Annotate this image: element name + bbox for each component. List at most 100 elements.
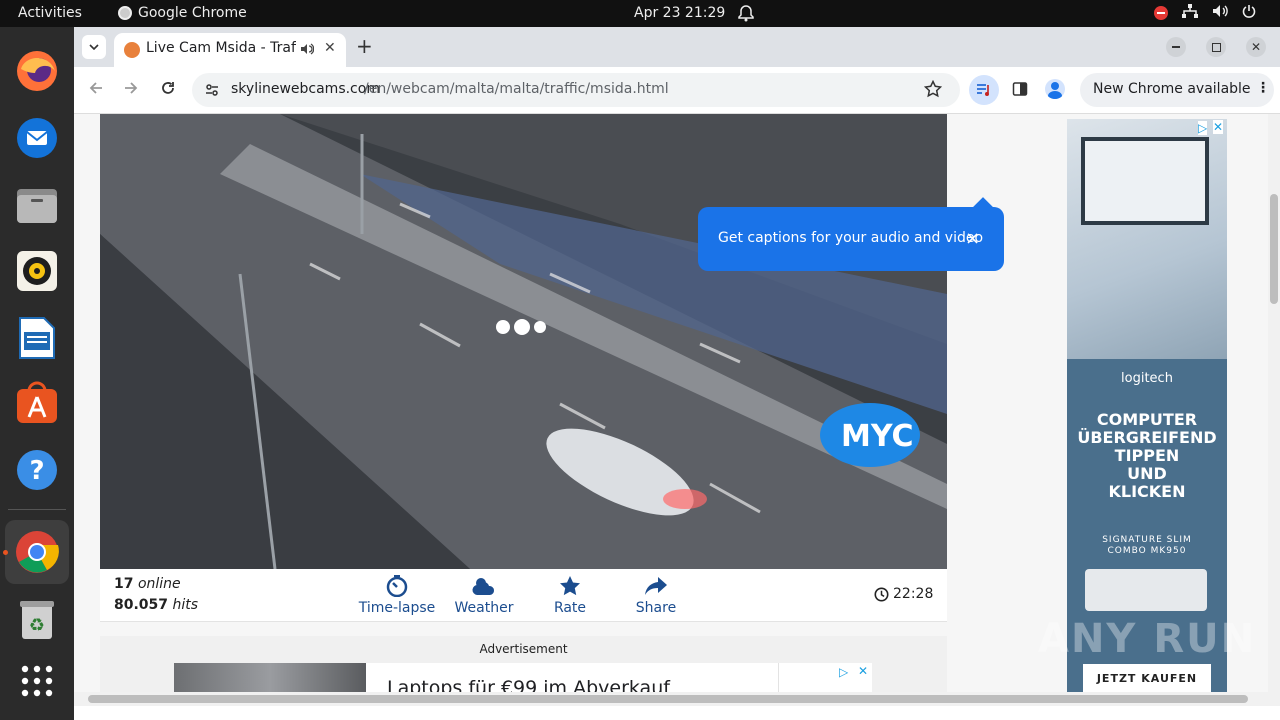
media-control-icon[interactable] bbox=[969, 75, 999, 105]
webcam-scene bbox=[100, 114, 947, 569]
clock-icon bbox=[874, 587, 889, 601]
side-ad-headline: COMPUTER ÜBERGREIFEND TIPPEN UND KLICKEN bbox=[1067, 411, 1227, 501]
timelapse-icon bbox=[386, 575, 408, 597]
minimize-icon[interactable] bbox=[1166, 37, 1186, 57]
side-ad-brand: logitech bbox=[1121, 371, 1173, 386]
side-panel-icon[interactable] bbox=[1012, 81, 1028, 101]
popup-close-icon[interactable]: × bbox=[965, 228, 980, 249]
captions-text: Get captions for your audio and video bbox=[718, 230, 984, 246]
power-icon bbox=[1242, 4, 1256, 22]
tab-close-icon[interactable]: ✕ bbox=[324, 40, 336, 56]
chrome-window: Live Cam Msida - Traffi ✕ + ✕ skylineweb… bbox=[74, 27, 1280, 720]
help-icon[interactable]: ? bbox=[13, 446, 61, 494]
chrome-toolbar: skylinewebcams.com /en/webcam/malta/malt… bbox=[74, 67, 1280, 114]
horizontal-scrollbar[interactable] bbox=[74, 692, 1268, 706]
tab-strip: Live Cam Msida - Traffi ✕ + ✕ bbox=[74, 27, 1280, 67]
hits-label: hits bbox=[172, 597, 199, 613]
chrome-small-icon bbox=[118, 6, 132, 20]
files-icon[interactable] bbox=[13, 181, 61, 229]
captions-popup: Get captions for your audio and video × bbox=[698, 197, 1004, 271]
vertical-scroll-thumb[interactable] bbox=[1270, 194, 1278, 304]
profile-avatar-icon[interactable] bbox=[1045, 79, 1065, 99]
anyrun-watermark: ANY RUN bbox=[1038, 616, 1257, 662]
site-info-icon[interactable] bbox=[204, 82, 220, 102]
trash-icon[interactable]: ♻ bbox=[13, 595, 61, 643]
favicon-icon bbox=[124, 42, 140, 58]
rate-button[interactable]: Rate bbox=[525, 575, 615, 616]
notification-bell-icon[interactable] bbox=[738, 4, 754, 26]
speaker-icon[interactable] bbox=[300, 42, 315, 60]
advertisement-heading: Advertisement bbox=[479, 642, 568, 656]
local-time-value: 22:28 bbox=[893, 586, 934, 602]
tab-search-chevron-icon[interactable] bbox=[82, 35, 106, 59]
rhythmbox-icon[interactable] bbox=[13, 247, 61, 295]
vertical-scrollbar[interactable] bbox=[1268, 114, 1280, 706]
side-ad-product-line: COMBO MK950 bbox=[1107, 546, 1187, 556]
clock[interactable]: Apr 23 21:29 bbox=[634, 5, 725, 21]
share-icon bbox=[645, 577, 667, 595]
online-count: 17 bbox=[114, 576, 134, 592]
side-ad-headline-line: UND bbox=[1127, 464, 1167, 483]
new-chrome-available-button[interactable]: New Chrome available ⋮ bbox=[1080, 73, 1274, 107]
new-tab-icon[interactable]: + bbox=[356, 34, 373, 58]
weather-label: Weather bbox=[454, 600, 514, 616]
adchoices-icon[interactable]: ▷ bbox=[839, 665, 848, 679]
timelapse-label: Time-lapse bbox=[358, 600, 436, 616]
reload-icon[interactable] bbox=[160, 80, 176, 100]
webcam-video[interactable]: MYC bbox=[100, 114, 947, 569]
popup-arrow bbox=[973, 197, 993, 217]
app-grid-icon[interactable] bbox=[13, 657, 61, 705]
no-entry-icon bbox=[1154, 6, 1168, 20]
side-ad-cta[interactable]: JETZT KAUFEN bbox=[1083, 664, 1211, 694]
more-menu-icon[interactable]: ⋮ bbox=[1256, 80, 1270, 96]
svg-text:♻: ♻ bbox=[29, 615, 45, 636]
share-button[interactable]: Share bbox=[611, 575, 701, 616]
network-icon bbox=[1182, 4, 1198, 22]
local-time: 22:28 bbox=[874, 586, 933, 602]
running-indicator bbox=[3, 550, 8, 555]
horizontal-scroll-thumb[interactable] bbox=[88, 695, 1248, 703]
side-ad-product-line: SIGNATURE SLIM bbox=[1102, 535, 1192, 545]
close-window-icon[interactable]: ✕ bbox=[1246, 37, 1266, 57]
svg-text:?: ? bbox=[29, 456, 44, 486]
hits-stat: 80.057 hits bbox=[114, 597, 198, 613]
system-top-bar: Activities Google Chrome Apr 23 21:29 bbox=[0, 0, 1280, 27]
activities-button[interactable]: Activities bbox=[18, 5, 82, 21]
firefox-icon[interactable] bbox=[13, 47, 61, 95]
restore-icon[interactable] bbox=[1206, 37, 1226, 57]
stats-bar: 17 online 80.057 hits Time-lapse Weather… bbox=[100, 569, 947, 622]
url-path: /en/webcam/malta/malta/traffic/msida.htm… bbox=[364, 81, 669, 97]
tab-active[interactable]: Live Cam Msida - Traffi ✕ bbox=[114, 33, 346, 67]
rate-star-icon bbox=[560, 576, 580, 596]
share-label: Share bbox=[635, 600, 677, 616]
timelapse-button[interactable]: Time-lapse bbox=[352, 575, 442, 616]
keyboard-image bbox=[1085, 569, 1207, 611]
system-tray[interactable] bbox=[1154, 4, 1256, 22]
app-menu-label: Google Chrome bbox=[138, 5, 247, 21]
ad-close-icon[interactable]: ✕ bbox=[858, 664, 868, 678]
volume-icon bbox=[1212, 4, 1228, 22]
chrome-icon[interactable] bbox=[5, 520, 69, 584]
weather-icon bbox=[472, 578, 495, 595]
back-icon[interactable] bbox=[88, 80, 104, 100]
thunderbird-icon[interactable] bbox=[13, 114, 61, 162]
dock: ? ♻ bbox=[0, 27, 74, 720]
forward-icon[interactable] bbox=[123, 80, 139, 100]
side-ad-headline-line: ÜBERGREIFEND bbox=[1077, 428, 1217, 447]
online-label: online bbox=[137, 576, 181, 592]
update-label: New Chrome available bbox=[1093, 81, 1251, 97]
writer-icon[interactable] bbox=[13, 314, 61, 362]
side-ad-close-icon[interactable]: ✕ bbox=[1213, 120, 1224, 134]
app-center-icon[interactable] bbox=[13, 379, 61, 427]
hits-count: 80.057 bbox=[114, 597, 169, 613]
side-ad-headline-line: COMPUTER bbox=[1096, 410, 1198, 429]
side-ad-product: SIGNATURE SLIM COMBO MK950 bbox=[1067, 535, 1227, 557]
tab-title: Live Cam Msida - Traffi bbox=[146, 40, 296, 56]
address-bar[interactable]: skylinewebcams.com /en/webcam/malta/malt… bbox=[192, 73, 960, 107]
rate-label: Rate bbox=[553, 600, 587, 616]
bookmark-star-icon[interactable] bbox=[923, 79, 943, 102]
app-menu[interactable]: Google Chrome bbox=[118, 5, 247, 21]
weather-button[interactable]: Weather bbox=[439, 575, 529, 616]
side-adchoices-icon[interactable]: ▷ bbox=[1198, 121, 1208, 135]
monitor-shape bbox=[1081, 137, 1209, 225]
